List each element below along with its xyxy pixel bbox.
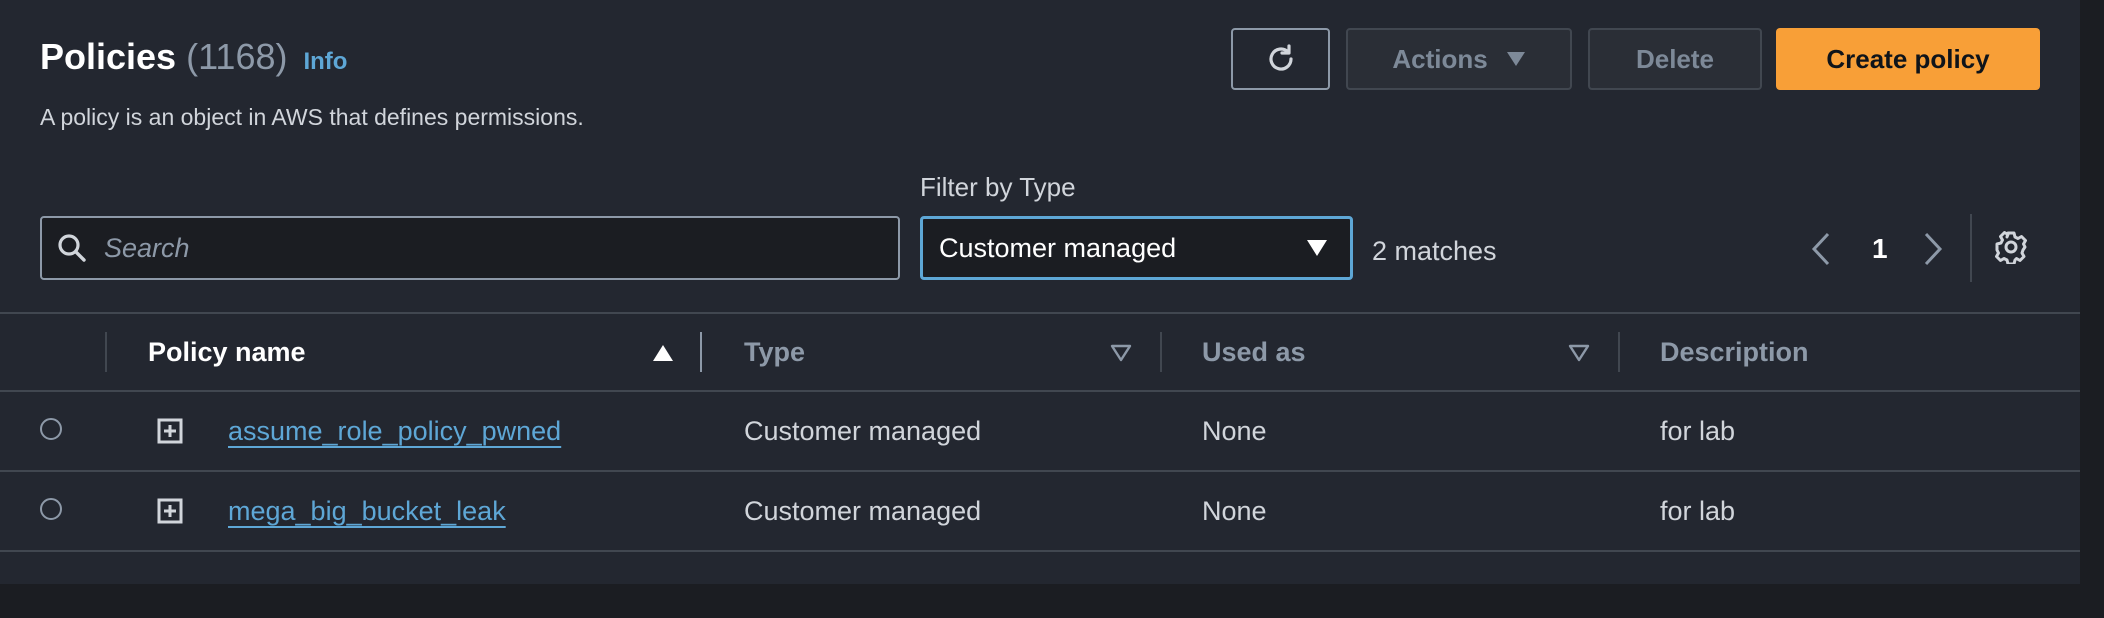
info-link[interactable]: Info xyxy=(303,48,347,76)
search-icon xyxy=(58,234,86,262)
page-description: A policy is an object in AWS that define… xyxy=(40,104,584,130)
filter-label: Filter by Type xyxy=(920,172,1076,202)
delete-button[interactable]: Delete xyxy=(1588,28,1762,90)
column-separator[interactable] xyxy=(1618,332,1620,372)
previous-page-button[interactable] xyxy=(1810,226,1832,272)
row-select-radio[interactable] xyxy=(40,498,62,520)
chevron-right-icon xyxy=(1924,232,1943,266)
page-number[interactable]: 1 xyxy=(1872,226,1888,272)
refresh-icon xyxy=(1268,44,1293,71)
sort-ascending-icon[interactable] xyxy=(652,344,674,362)
table-settings-button[interactable] xyxy=(1994,230,2028,269)
next-page-button[interactable] xyxy=(1922,226,1944,272)
column-header-used-as[interactable]: Used as xyxy=(1202,314,1306,390)
row-select-radio[interactable] xyxy=(40,418,62,440)
filter-type-select[interactable]: Customer managed xyxy=(920,216,1353,280)
column-header-type[interactable]: Type xyxy=(744,314,805,390)
page-title-text: Policies xyxy=(40,36,177,77)
policy-name-link[interactable]: mega_big_bucket_leak xyxy=(228,472,506,550)
actions-button[interactable]: Actions xyxy=(1346,28,1572,90)
policy-type: Customer managed xyxy=(744,495,982,526)
page-title: Policies (1168) Info xyxy=(40,36,347,78)
sort-icon[interactable] xyxy=(1568,344,1590,362)
refresh-button[interactable] xyxy=(1231,28,1330,90)
policy-name-link[interactable]: assume_role_policy_pwned xyxy=(228,392,561,470)
matches-count: 2 matches xyxy=(1372,236,1497,266)
column-header-policy-name[interactable]: Policy name xyxy=(148,314,306,390)
caret-down-icon xyxy=(1307,240,1327,256)
gear-icon xyxy=(1995,231,2027,266)
table-header: Policy name Type Used as Description xyxy=(0,314,2080,390)
row-divider xyxy=(0,550,2080,552)
policies-panel: Policies (1168) Info A policy is an obje… xyxy=(0,0,2080,584)
policy-description: for lab xyxy=(1660,495,1736,526)
expand-plus-icon[interactable] xyxy=(157,418,183,444)
search-box[interactable] xyxy=(40,216,900,280)
table-row: assume_role_policy_pwned Customer manage… xyxy=(0,392,2080,470)
column-separator xyxy=(105,332,107,372)
policy-type: Customer managed xyxy=(744,415,982,446)
policy-used-as: None xyxy=(1202,415,1267,446)
pager-divider xyxy=(1970,214,1972,282)
policy-used-as: None xyxy=(1202,495,1267,526)
caret-down-icon xyxy=(1506,52,1525,66)
column-separator[interactable] xyxy=(1160,332,1162,372)
create-policy-button[interactable]: Create policy xyxy=(1776,28,2040,90)
policy-description: for lab xyxy=(1660,415,1736,446)
policy-count: (1168) xyxy=(186,36,288,77)
filter-selected-value: Customer managed xyxy=(939,232,1177,263)
expand-plus-icon[interactable] xyxy=(157,498,183,524)
column-header-description[interactable]: Description xyxy=(1660,314,1809,390)
actions-label: Actions xyxy=(1392,43,1488,74)
sort-icon[interactable] xyxy=(1110,344,1132,362)
search-input[interactable] xyxy=(102,231,866,265)
table-row: mega_big_bucket_leak Customer managed No… xyxy=(0,472,2080,550)
column-separator[interactable] xyxy=(700,332,702,372)
chevron-left-icon xyxy=(1811,232,1830,266)
